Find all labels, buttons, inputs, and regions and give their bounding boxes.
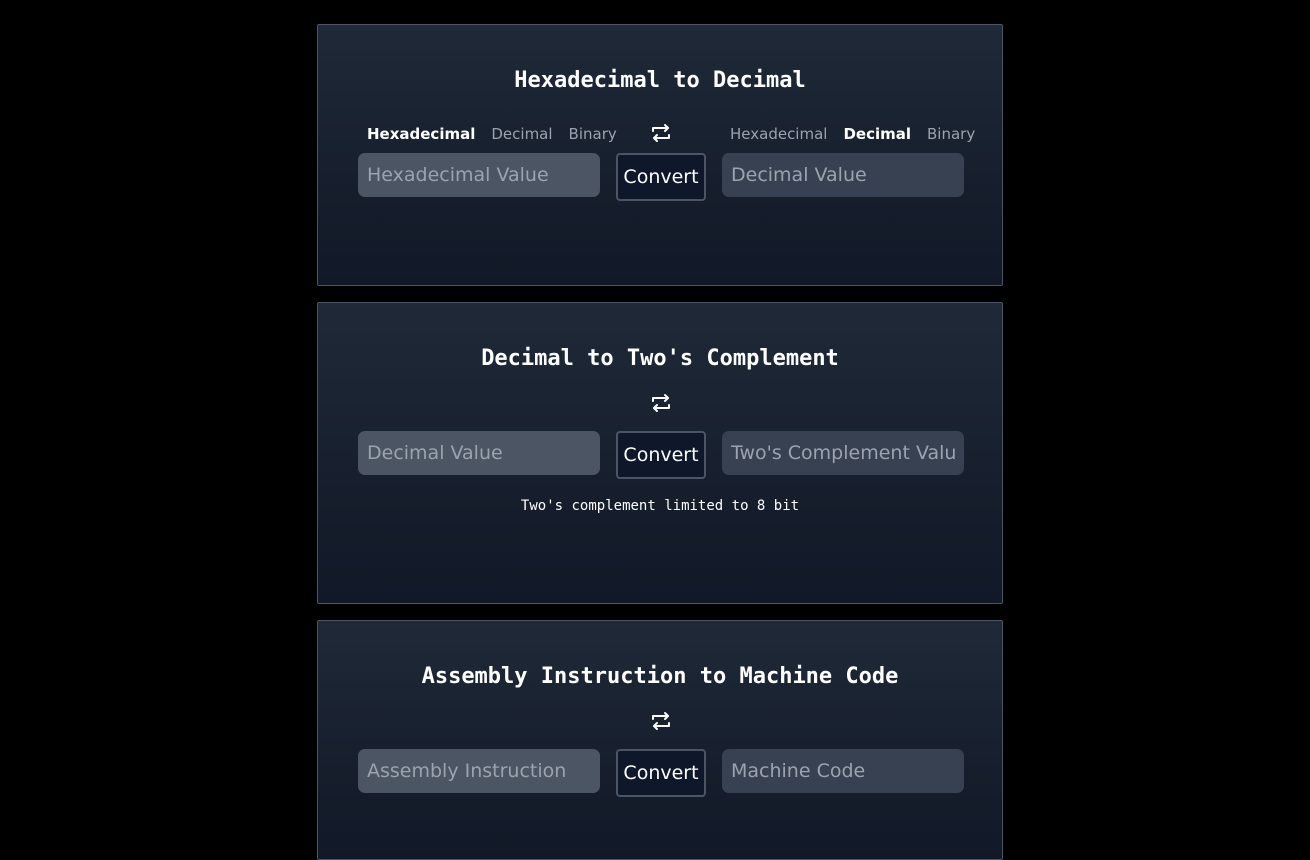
machine-code-output[interactable]	[722, 749, 964, 793]
from-tab-decimal[interactable]: Decimal	[491, 125, 552, 143]
swap-arrows-icon[interactable]	[650, 711, 672, 731]
swap-arrows-icon[interactable]	[650, 123, 672, 143]
decimal-input[interactable]	[358, 431, 600, 475]
to-tab-hexadecimal[interactable]: Hexadecimal	[730, 125, 827, 143]
decimal-to-twos-complement-card: Decimal to Two's Complement Convert Two'…	[317, 302, 1003, 604]
hexadecimal-input[interactable]	[358, 153, 600, 197]
card-title: Hexadecimal to Decimal	[514, 68, 806, 93]
convert-button[interactable]: Convert	[616, 749, 706, 797]
to-base-tabs: Hexadecimal Decimal Binary	[730, 125, 975, 143]
bit-limit-note: Two's complement limited to 8 bit	[520, 498, 800, 514]
from-base-tabs: Hexadecimal Decimal Binary	[367, 125, 617, 143]
card-title: Assembly Instruction to Machine Code	[421, 664, 899, 689]
to-tab-binary[interactable]: Binary	[927, 125, 975, 143]
assembly-to-machine-code-card: Assembly Instruction to Machine Code Con…	[317, 620, 1003, 860]
from-tab-binary[interactable]: Binary	[569, 125, 617, 143]
swap-arrows-icon[interactable]	[650, 393, 672, 413]
twos-complement-output[interactable]	[722, 431, 964, 475]
decimal-output[interactable]	[722, 153, 964, 197]
from-tab-hexadecimal[interactable]: Hexadecimal	[367, 125, 475, 143]
convert-button[interactable]: Convert	[616, 431, 706, 479]
assembly-instruction-input[interactable]	[358, 749, 600, 793]
to-tab-decimal[interactable]: Decimal	[843, 125, 911, 143]
convert-button[interactable]: Convert	[616, 153, 706, 201]
card-title: Decimal to Two's Complement	[481, 346, 839, 371]
hex-to-decimal-card: Hexadecimal to Decimal Hexadecimal Decim…	[317, 24, 1003, 286]
